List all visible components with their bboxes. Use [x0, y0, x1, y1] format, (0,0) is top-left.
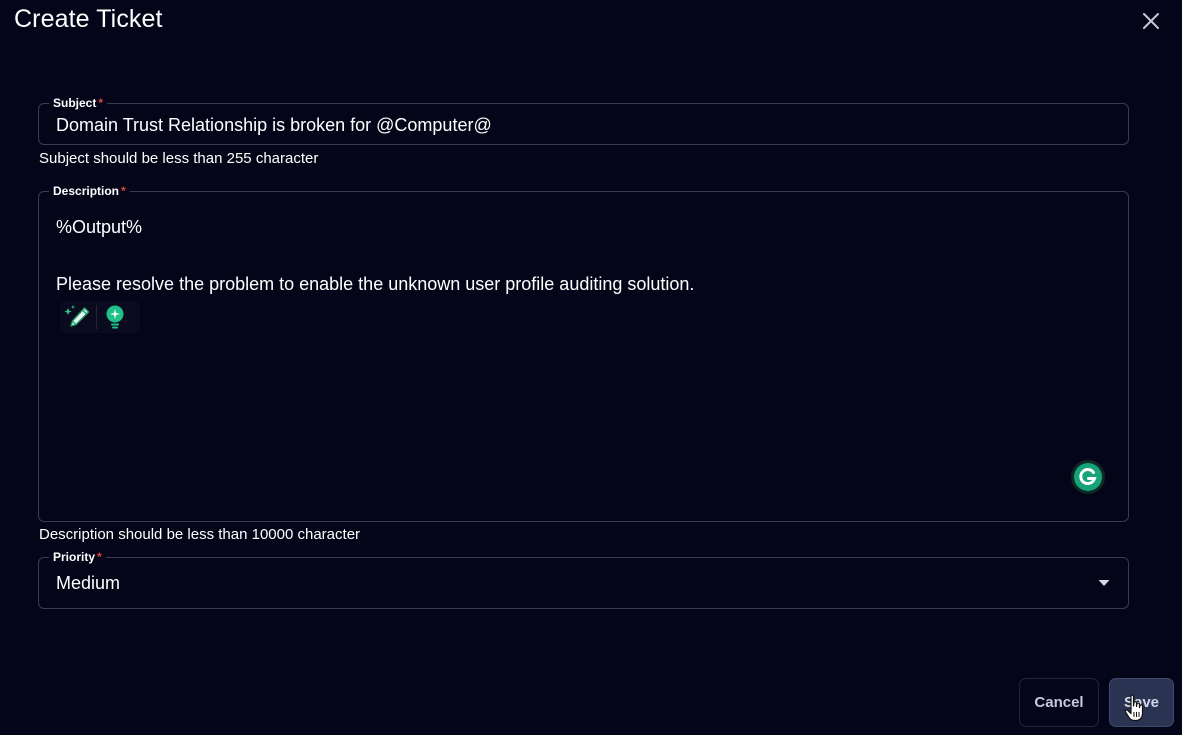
subject-helper-text: Subject should be less than 255 characte… [39, 150, 319, 167]
priority-selected-value: Medium [56, 573, 121, 593]
subject-field[interactable]: Subject * Domain Trust Relationship is br… [38, 96, 1129, 145]
close-button[interactable] [1138, 8, 1164, 34]
description-field[interactable]: Description * %Output% Please resolve the… [38, 184, 1129, 522]
save-button[interactable]: Save [1109, 678, 1174, 727]
lightbulb-button[interactable] [97, 301, 133, 333]
description-line[interactable]: Please resolve the problem to enable the… [56, 274, 694, 295]
required-marker: * [97, 550, 102, 564]
chevron-down-icon[interactable] [1098, 579, 1110, 587]
lightbulb-icon [106, 305, 124, 329]
dialog-title: Create Ticket [14, 5, 163, 33]
magic-pencil-button[interactable] [60, 301, 96, 333]
grammarly-button[interactable] [1070, 459, 1106, 495]
subject-input[interactable]: Domain Trust Relationship is broken for … [56, 115, 492, 136]
required-marker: * [98, 96, 104, 110]
priority-select[interactable]: Priority * Medium [38, 550, 1129, 609]
required-marker: * [121, 184, 126, 198]
description-label: Description * [49, 184, 130, 198]
description-line[interactable]: %Output% [56, 217, 142, 238]
create-ticket-dialog: Create Ticket Subject * Domain Trust Rela… [0, 0, 1182, 735]
close-icon [1143, 13, 1159, 29]
writing-assist-toolbar [60, 301, 140, 333]
priority-label: Priority * [49, 550, 106, 564]
cancel-button[interactable]: Cancel [1019, 678, 1099, 727]
subject-label: Subject * [49, 96, 108, 110]
magic-pencil-icon [64, 305, 90, 327]
grammarly-icon [1071, 460, 1105, 494]
description-helper-text: Description should be less than 10000 ch… [39, 526, 361, 543]
